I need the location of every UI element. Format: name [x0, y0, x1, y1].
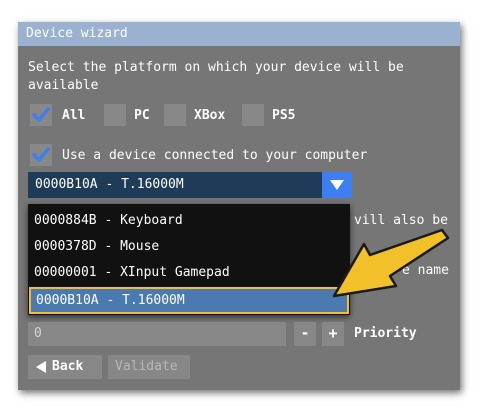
platform-label-line2: available	[28, 78, 99, 93]
title-bar: Device wizard	[18, 22, 460, 46]
device-dropdown-menu: 0000884B - Keyboard 0000378D - Mouse 000…	[28, 204, 350, 315]
checkbox-all[interactable]	[30, 104, 52, 126]
platform-ps5-label: PS5	[272, 108, 296, 123]
priority-decrement-button[interactable]: -	[294, 322, 316, 346]
checkbox-connected-device[interactable]	[30, 144, 52, 166]
device-select-toggle[interactable]	[322, 172, 352, 198]
priority-increment-button[interactable]: +	[322, 322, 344, 346]
back-arrow-icon	[36, 361, 46, 373]
device-select[interactable]: 0000B10A - T.16000M	[28, 172, 352, 198]
checkbox-xbox[interactable]	[164, 104, 186, 126]
chevron-down-icon	[330, 180, 344, 190]
dropdown-option-t16000m-label: 0000B10A - T.16000M	[36, 293, 185, 308]
device-wizard-panel: Device wizard Select the platform on whi…	[18, 22, 460, 390]
back-button-label: Back	[52, 359, 84, 374]
dropdown-option-gamepad[interactable]: 00000001 - XInput Gamepad	[34, 265, 230, 280]
window-title: Device wizard	[26, 26, 128, 41]
dropdown-option-mouse[interactable]: 0000378D - Mouse	[34, 239, 159, 254]
priority-input[interactable]: 0	[28, 322, 286, 346]
platform-all-label: All	[62, 108, 86, 123]
checkbox-ps5[interactable]	[242, 104, 264, 126]
validate-button[interactable]: Validate	[108, 355, 190, 379]
callout-arrow-icon	[332, 228, 450, 298]
priority-value: 0	[34, 326, 42, 341]
dropdown-option-keyboard[interactable]: 0000884B - Keyboard	[34, 213, 183, 228]
dropdown-option-t16000m[interactable]: 0000B10A - T.16000M	[29, 287, 349, 314]
platform-pc-label: PC	[134, 108, 150, 123]
priority-label: Priority	[354, 326, 417, 341]
checkbox-pc[interactable]	[104, 104, 126, 126]
checkmark-icon	[32, 107, 50, 122]
connected-device-label: Use a device connected to your computer	[62, 148, 368, 163]
checkmark-icon	[32, 147, 50, 162]
device-select-value: 0000B10A - T.16000M	[35, 177, 184, 192]
back-button[interactable]: Back	[28, 355, 102, 379]
platform-xbox-label: XBox	[194, 108, 226, 123]
validate-button-label: Validate	[115, 359, 178, 374]
platform-label-line1: Select the platform on which your device…	[28, 60, 404, 75]
